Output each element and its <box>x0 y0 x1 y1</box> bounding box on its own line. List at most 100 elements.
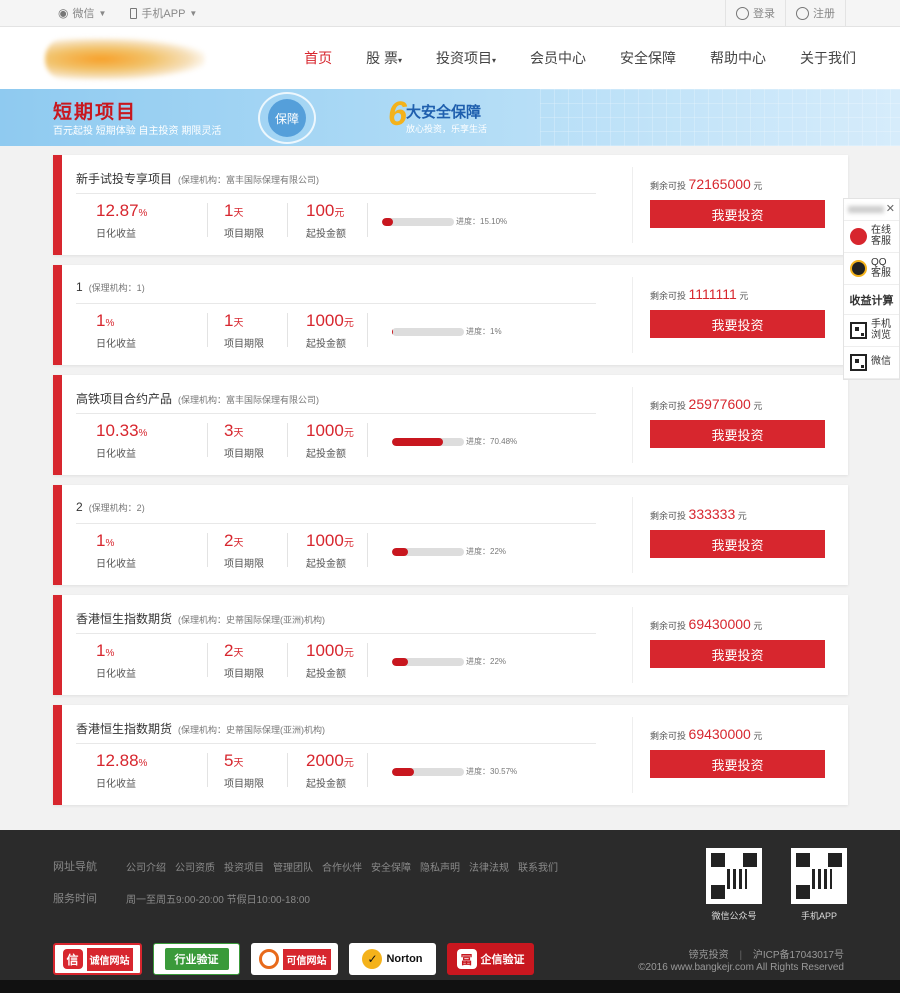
rate-number: 12.87 <box>96 201 139 220</box>
nav-home[interactable]: 首页 <box>304 48 332 68</box>
rate-value: 10.33% <box>96 421 147 441</box>
progress-bar <box>392 328 464 336</box>
invest-button[interactable]: 我要投资 <box>650 420 825 448</box>
progress-bar <box>392 768 464 776</box>
invest-button[interactable]: 我要投资 <box>650 640 825 668</box>
progress-fill <box>382 218 393 226</box>
rate-value: 1% <box>96 311 136 331</box>
blurred-text <box>848 206 884 213</box>
divider <box>287 643 288 677</box>
wechat-icon: ◉ <box>58 6 69 20</box>
register-link[interactable]: 注册 <box>785 0 846 26</box>
footer-link[interactable]: 法律法规 <box>469 859 509 874</box>
divider: | <box>739 950 743 961</box>
divider <box>367 313 368 347</box>
product-title[interactable]: 高铁项目合约产品 (保理机构：富丰国际保理有限公司) <box>76 390 319 407</box>
product-title[interactable]: 香港恒生指数期货 (保理机构：史蒂国际保理(亚洲)机构) <box>76 720 325 737</box>
qq-icon <box>850 260 867 277</box>
invest-button[interactable]: 我要投资 <box>650 310 825 338</box>
remaining-amount: 剩余可投 25977600 元 <box>650 396 762 412</box>
divider <box>76 303 596 304</box>
nav-projects[interactable]: 投资项目▾ <box>436 48 496 68</box>
mobile-browse-button[interactable]: 手机浏览 <box>844 315 899 347</box>
footer-link[interactable]: 联系我们 <box>518 859 558 874</box>
product-title[interactable]: 新手试投专享项目 (保理机构：富丰国际保理有限公司) <box>76 170 319 187</box>
divider <box>76 633 596 634</box>
rate-unit: % <box>105 648 115 659</box>
online-service-button[interactable]: 在线客服 <box>844 221 899 253</box>
product-card: 新手试投专享项目 (保理机构：富丰国际保理有限公司) 12.87% 日化收益 1天 项目期… <box>53 155 848 255</box>
six-subtitle: 放心投资，乐享生活 <box>406 124 488 134</box>
badge-integrity[interactable]: 信 诚信网站 <box>53 943 142 975</box>
progress-bar <box>382 218 454 226</box>
footer-link[interactable]: 安全保障 <box>371 859 411 874</box>
term-value: 1天 <box>224 201 264 221</box>
min-unit: 元 <box>334 208 345 219</box>
badge-norton[interactable]: ✓ Norton <box>349 943 436 975</box>
term-unit: 天 <box>233 538 244 549</box>
min-number: 1000 <box>306 311 344 330</box>
nav-security[interactable]: 安全保障 <box>620 48 676 68</box>
invest-button[interactable]: 我要投资 <box>650 750 825 778</box>
wechat-public-qr: 微信公众号 <box>706 848 762 922</box>
nav-stocks[interactable]: 股 票▾ <box>366 48 402 68</box>
product-title[interactable]: 香港恒生指数期货 (保理机构：史蒂国际保理(亚洲)机构) <box>76 610 325 627</box>
online-service-label: 在线客服 <box>871 225 891 247</box>
shield-label: 保障 <box>268 99 306 137</box>
wechat-qr-button[interactable]: 微信 <box>844 347 899 379</box>
chevron-down-icon: ▼ <box>98 8 107 18</box>
product-title[interactable]: 2 (保理机构：2) <box>76 500 145 514</box>
app-dropdown[interactable]: 手机APP ▼ <box>130 5 197 21</box>
top-bar-left: ◉ 微信 ▼ 手机APP ▼ <box>58 0 197 26</box>
nav-help[interactable]: 帮助中心 <box>710 48 766 68</box>
invest-button[interactable]: 我要投资 <box>650 530 825 558</box>
footer-links: 公司介绍 公司资质 投资项目 管理团队 合作伙伴 安全保障 隐私声明 法律法规 联系我们 <box>126 859 558 874</box>
invest-button[interactable]: 我要投资 <box>650 200 825 228</box>
site-logo[interactable] <box>45 38 205 80</box>
rate-label: 日化收益 <box>96 229 136 240</box>
progress-text: 进度：15.10% <box>456 217 508 226</box>
nav-about[interactable]: 关于我们 <box>800 48 856 68</box>
term-value: 2天 <box>224 531 264 551</box>
term-metric: 1天 项目期限 <box>224 311 264 350</box>
progress-bar <box>392 438 464 446</box>
term-metric: 2天 项目期限 <box>224 641 264 680</box>
badge-enterprise[interactable]: 冨 企信验证 <box>447 943 534 975</box>
progress-text: 进度：22% <box>466 657 507 666</box>
footer-nav-row: 网址导航 公司介绍 公司资质 投资项目 管理团队 合作伙伴 安全保障 隐私声明 法律法规 联系我… <box>53 858 558 874</box>
qq-service-button[interactable]: QQ客服 <box>844 253 899 285</box>
product-name: 新手试投专享项目 <box>76 172 173 186</box>
close-icon[interactable]: ✕ <box>886 202 895 215</box>
integrity-icon: 信 <box>62 949 83 969</box>
rate-label: 日化收益 <box>96 779 136 790</box>
min-number: 1000 <box>306 421 344 440</box>
login-link[interactable]: 登录 <box>725 0 785 26</box>
footer-link[interactable]: 公司介绍 <box>126 859 166 874</box>
badge-industry[interactable]: 行业验证 <box>153 943 240 975</box>
product-org: (保理机构：富丰国际保理有限公司) <box>178 175 320 185</box>
footer-link[interactable]: 管理团队 <box>273 859 313 874</box>
product-title[interactable]: 1 (保理机构：1) <box>76 280 145 294</box>
footer-link[interactable]: 公司资质 <box>175 859 215 874</box>
badge-trusted[interactable]: 可信网站 <box>251 943 338 975</box>
term-label: 项目期限 <box>224 339 264 350</box>
earnings-calculator-button[interactable]: 收益计算 <box>844 285 899 315</box>
footer-link[interactable]: 隐私声明 <box>420 859 460 874</box>
icp-number[interactable]: 沪ICP备17043017号 <box>753 950 844 961</box>
product-org: (保理机构：史蒂国际保理(亚洲)机构) <box>178 725 326 735</box>
footer-link[interactable]: 合作伙伴 <box>322 859 362 874</box>
min-value: 1000元 <box>306 421 354 441</box>
divider <box>632 167 633 243</box>
divider <box>76 413 596 414</box>
footer-link[interactable]: 投资项目 <box>224 859 264 874</box>
remaining-amount: 剩余可投 69430000 元 <box>650 726 762 742</box>
qr-code-icon <box>850 354 867 371</box>
rate-label: 日化收益 <box>96 339 136 350</box>
min-metric: 2000元 起投金额 <box>306 751 354 790</box>
nav-member[interactable]: 会员中心 <box>530 48 586 68</box>
wechat-dropdown[interactable]: ◉ 微信 ▼ <box>58 5 106 21</box>
rate-number: 10.33 <box>96 421 139 440</box>
progress-fill <box>392 658 408 666</box>
side-panel-header: ✕ <box>844 199 899 221</box>
top-bar-right: 登录 注册 <box>725 0 900 26</box>
